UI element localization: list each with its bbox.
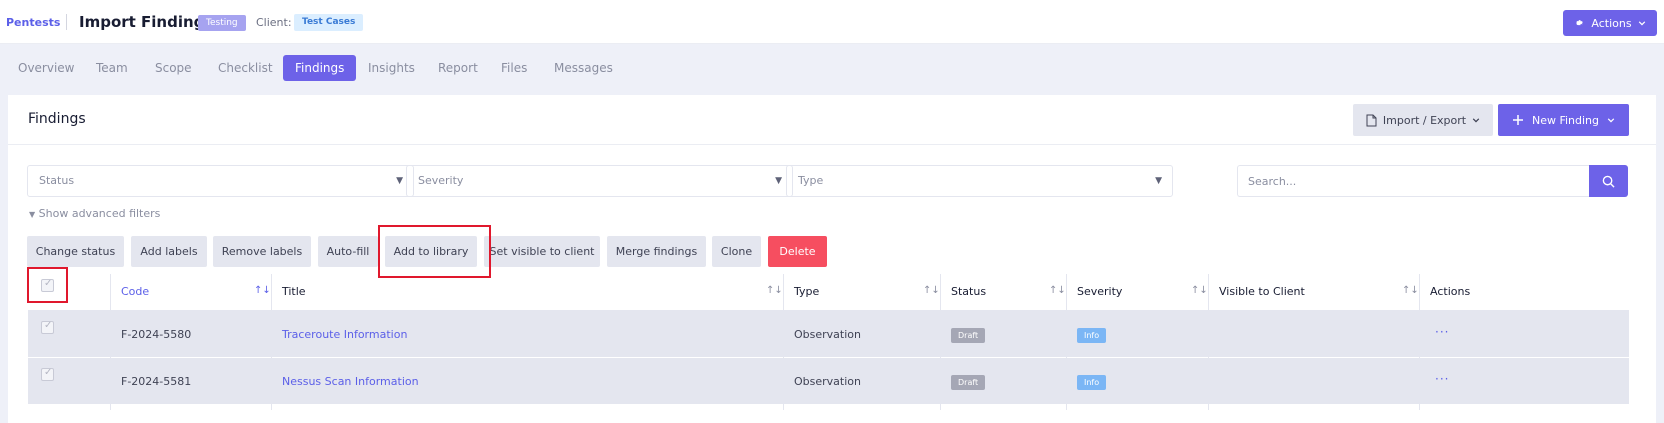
severity-badge: Info (1077, 328, 1107, 343)
row-actions-icon[interactable]: ··· (1435, 372, 1449, 386)
finding-type: Observation (794, 328, 861, 341)
status-select-placeholder: Status (39, 174, 75, 187)
tab-overview[interactable]: Overview (18, 55, 75, 81)
row-checkbox[interactable] (41, 320, 54, 334)
tab-files[interactable]: Files (501, 55, 527, 81)
sort-icon[interactable]: ↑↓ (1049, 285, 1066, 296)
auto-fill-button[interactable]: Auto-fill (318, 236, 378, 267)
sort-icon[interactable]: ↑↓ (923, 285, 940, 296)
page-title: Import Findings (79, 13, 214, 31)
type-select-placeholder: Type (798, 174, 824, 187)
new-finding-label: New Finding (1531, 113, 1600, 127)
finding-code: F-2024-5581 (121, 375, 192, 388)
change-status-button[interactable]: Change status (27, 236, 124, 267)
search-icon (1602, 175, 1615, 188)
card-divider (8, 144, 1656, 145)
chevron-down-icon (1472, 118, 1480, 123)
column-header-visible-to-client[interactable]: Visible to Client (1219, 285, 1305, 298)
chevron-down-icon: ▼ (396, 176, 403, 186)
chevron-down-icon (1607, 118, 1615, 123)
plus-icon (1512, 115, 1523, 125)
column-header-title[interactable]: Title (282, 285, 306, 298)
type-select[interactable]: Type ▼ (786, 165, 1173, 197)
actions-label: Actions (1591, 16, 1632, 30)
finding-title-link[interactable]: Traceroute Information (282, 328, 407, 341)
column-header-status[interactable]: Status (951, 285, 986, 298)
finding-code: F-2024-5580 (121, 328, 192, 341)
chevron-down-icon: ▼ (775, 176, 782, 186)
merge-findings-button[interactable]: Merge findings (607, 236, 706, 267)
tab-insights[interactable]: Insights (368, 55, 415, 81)
search-input[interactable] (1237, 165, 1589, 197)
client-badge[interactable]: Test Cases (294, 14, 364, 31)
document-icon (1366, 114, 1377, 126)
row-actions-icon[interactable]: ··· (1435, 325, 1449, 339)
severity-select[interactable]: Severity ▼ (406, 165, 793, 197)
tab-findings[interactable]: Findings (283, 55, 357, 81)
import-export-label: Import / Export (1382, 113, 1467, 127)
clone-button[interactable]: Clone (712, 236, 761, 267)
remove-labels-button[interactable]: Remove labels (213, 236, 311, 267)
tab-team[interactable]: Team (96, 55, 128, 81)
set-visible-to-client-button[interactable]: Set visible to client (484, 236, 600, 267)
severity-select-placeholder: Severity (418, 174, 464, 187)
row-checkbox[interactable] (41, 367, 54, 381)
tab-checklist[interactable]: Checklist (218, 55, 273, 81)
gear-icon (1576, 19, 1584, 25)
delete-button[interactable]: Delete (768, 236, 827, 267)
status-badge: Testing (198, 15, 246, 31)
finding-type: Observation (794, 375, 861, 388)
card-title: Findings (28, 111, 86, 127)
tab-messages[interactable]: Messages (554, 55, 613, 81)
column-header-type[interactable]: Type (794, 285, 819, 298)
chevron-down-icon: ▼ (1155, 176, 1162, 186)
status-badge: Draft (951, 375, 986, 390)
column-header-severity[interactable]: Severity (1077, 285, 1122, 298)
add-labels-button[interactable]: Add labels (131, 236, 207, 267)
select-all-checkbox[interactable] (41, 278, 54, 292)
status-select[interactable]: Status ▼ (27, 165, 414, 197)
client-label: Client: (256, 16, 292, 29)
show-advanced-filters[interactable]: ▼ Show advanced filters (29, 207, 160, 220)
column-header-actions: Actions (1430, 285, 1471, 298)
status-badge: Draft (951, 328, 986, 343)
import-export-button[interactable]: Import / Export (1353, 104, 1493, 136)
new-finding-button[interactable]: New Finding (1498, 104, 1629, 136)
breadcrumb-pentests[interactable]: Pentests (6, 16, 60, 29)
advanced-filters-label: Show advanced filters (38, 207, 161, 220)
chevron-down-icon (1638, 21, 1645, 26)
severity-badge: Info (1077, 375, 1107, 390)
sort-icon[interactable]: ↑↓ (1191, 285, 1208, 296)
search-button[interactable] (1589, 165, 1628, 197)
top-bar: Pentests Import Findings Testing Client:… (0, 0, 1664, 44)
column-header-code[interactable]: Code (121, 285, 149, 298)
sort-icon[interactable]: ↑↓ (766, 285, 783, 296)
highlight-box-add-to-library (378, 225, 491, 278)
tab-report[interactable]: Report (438, 55, 478, 81)
sort-icon[interactable]: ↑↓ (1402, 285, 1419, 296)
tab-scope[interactable]: Scope (155, 55, 192, 81)
actions-button[interactable]: Actions (1563, 10, 1657, 36)
chevron-down-icon: ▼ (29, 210, 36, 219)
finding-title-link[interactable]: Nessus Scan Information (282, 375, 419, 388)
breadcrumb-divider (66, 14, 67, 30)
findings-card: Findings Import / Export New Finding Sta… (8, 95, 1656, 423)
sort-icon[interactable]: ↑↓ (254, 285, 271, 296)
